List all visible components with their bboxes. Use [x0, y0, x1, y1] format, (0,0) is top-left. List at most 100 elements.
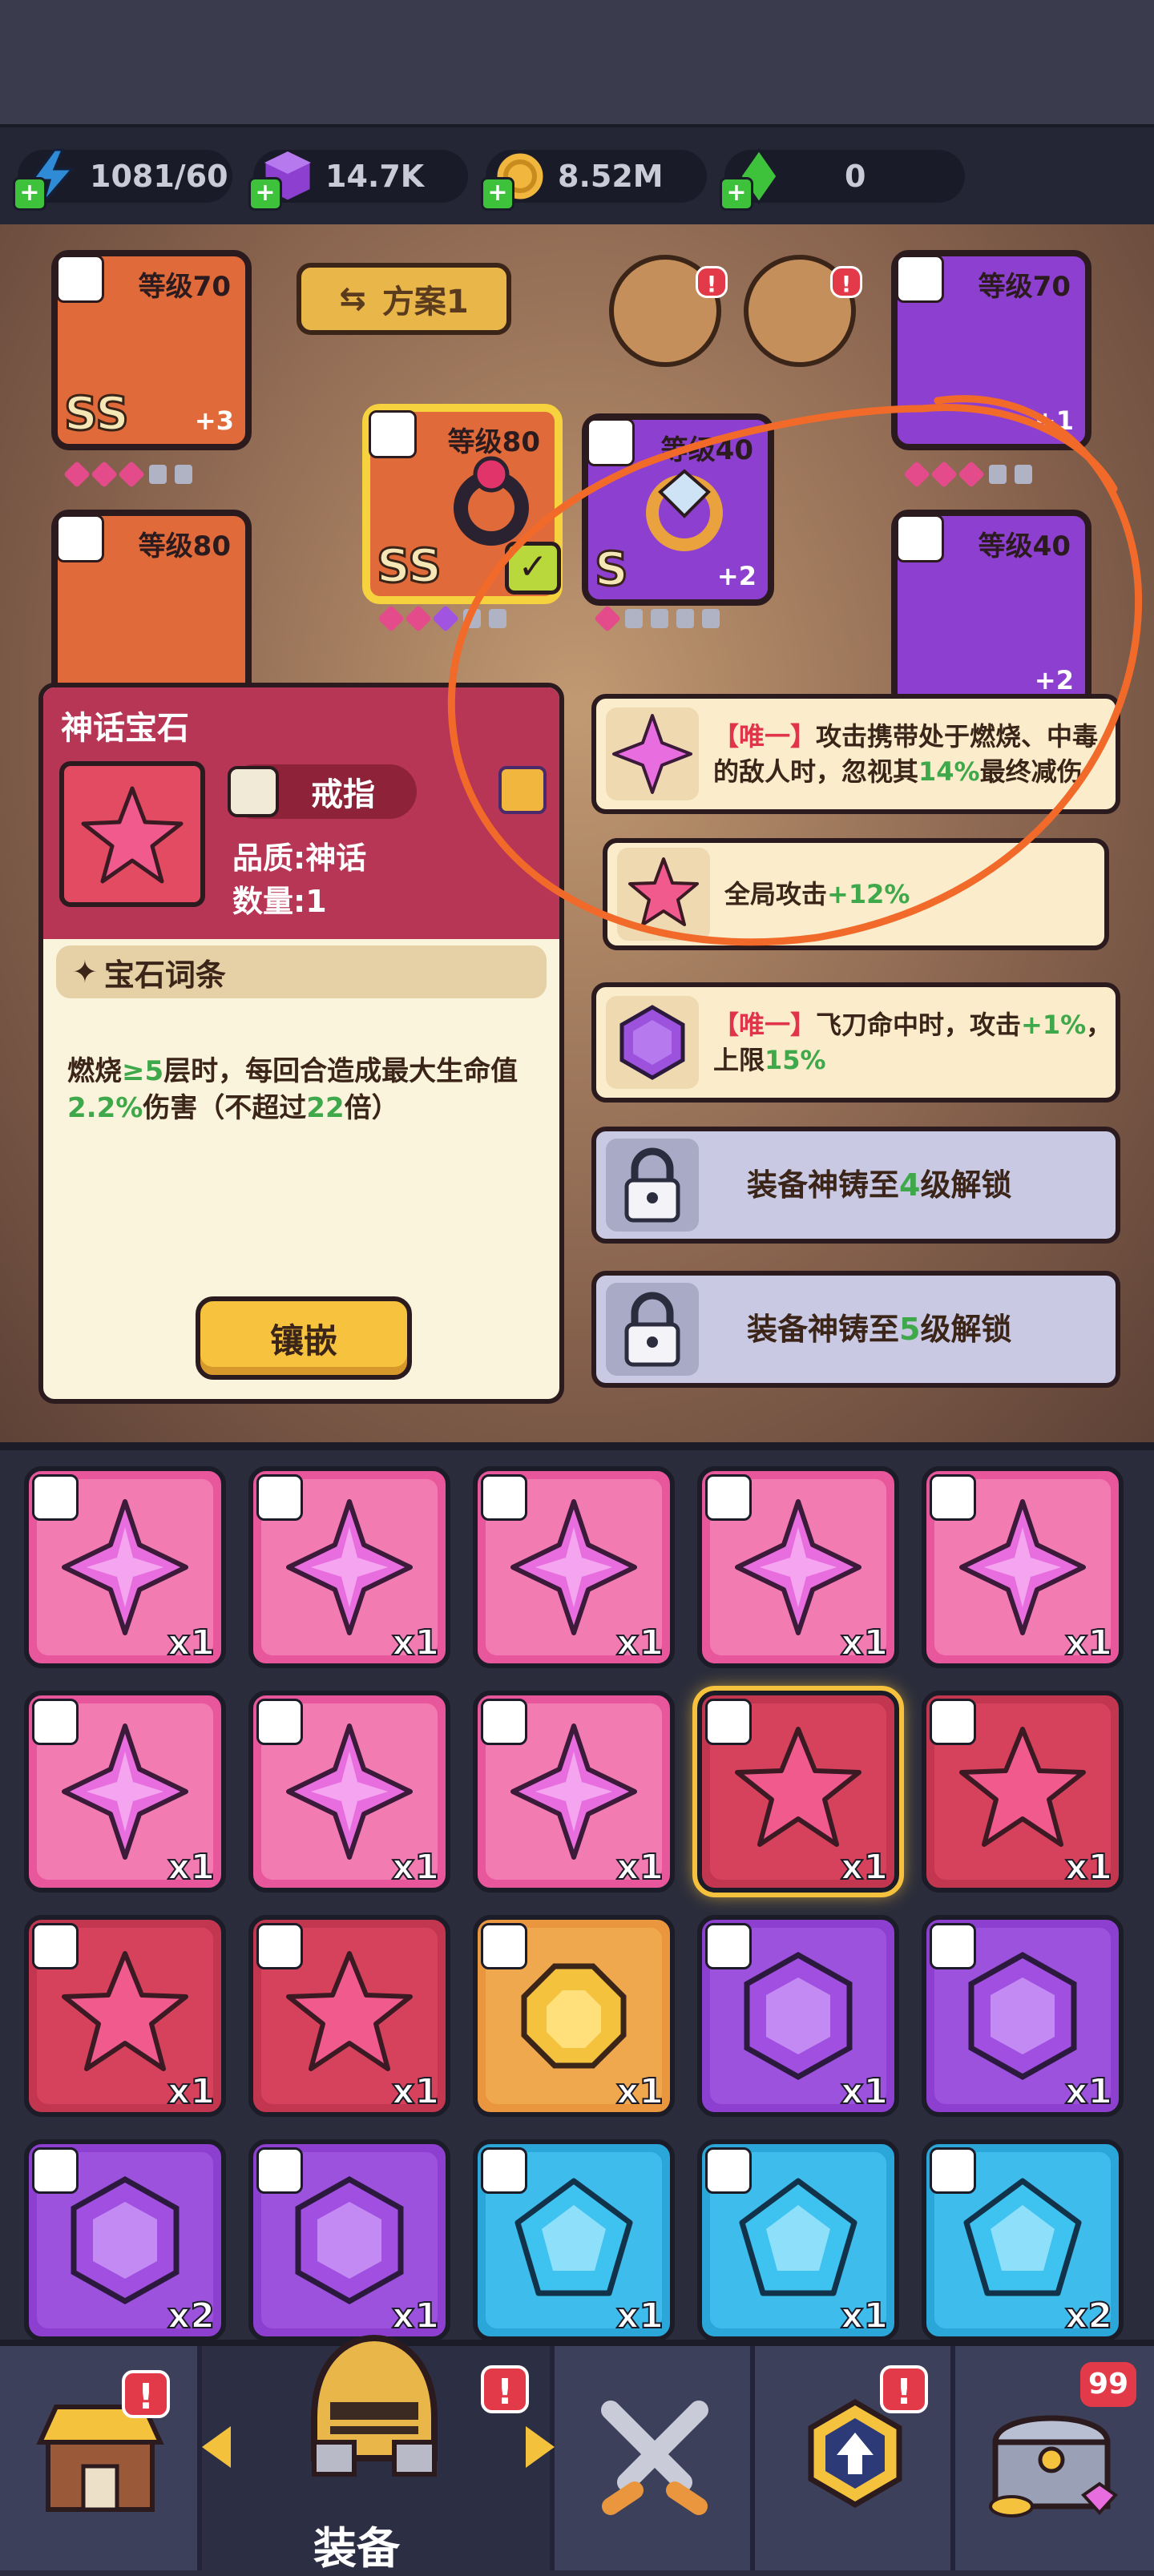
crystal-add-icon[interactable]: +	[720, 177, 753, 211]
unlock-text: 级解锁	[920, 1312, 1012, 1347]
inventory-gem-item[interactable]: x1	[473, 1466, 675, 1668]
inventory-gem-item[interactable]: x1	[697, 1915, 899, 2117]
gem-counter[interactable]: + 14.7K	[248, 150, 468, 211]
unlock-level: 5	[899, 1312, 921, 1347]
inventory-gem-item[interactable]: x1	[248, 1466, 450, 1668]
gem-value: 14.7K	[325, 159, 425, 194]
inventory-gem-item[interactable]: x1	[248, 1915, 450, 2117]
crystal-value: 0	[845, 159, 866, 194]
item-count: x1	[840, 2070, 889, 2112]
item-count: x2	[1064, 2295, 1113, 2336]
plan-button-label: 方案1	[381, 284, 469, 320]
equip-slot-ring-left[interactable]: 等级80	[51, 510, 252, 710]
desc-text: 层时，每回合造成最大生命值	[163, 1055, 518, 1087]
equipment-alert-badge: !	[481, 2365, 529, 2413]
item-count: x1	[615, 2295, 664, 2336]
nav-equipment[interactable]: ! 装备	[202, 2334, 555, 2574]
nav-equipment-label: 装备	[313, 2523, 400, 2574]
equip-type-tag-icon	[256, 1474, 303, 1521]
equip-type-tag-icon	[32, 1923, 79, 1969]
inventory-gem-item[interactable]: x1	[24, 1915, 226, 2117]
crystal-counter[interactable]: + 0	[720, 147, 965, 211]
inventory-gem-item[interactable]: x1	[24, 1691, 226, 1893]
desc-highlight: ≥5	[122, 1055, 164, 1087]
equip-type-tag-icon	[930, 1923, 976, 1969]
equip-grade: SS	[63, 385, 131, 442]
slot-type-label: 戒指	[311, 776, 375, 813]
unlock-level: 4	[899, 1167, 921, 1203]
equip-slot-weapon[interactable]: 等级70 SS +3	[51, 250, 252, 450]
coin-add-icon[interactable]: +	[481, 177, 514, 211]
equip-type-tag-icon	[481, 1699, 527, 1745]
coin-value: 8.52M	[558, 159, 664, 194]
equip-type-tag-icon	[930, 1474, 976, 1521]
inventory-gem-item[interactable]: x1	[24, 1466, 226, 1668]
item-count: x1	[615, 1622, 664, 1663]
nav-upgrade[interactable]: !	[755, 2346, 955, 2570]
inventory-gem-item[interactable]: x1	[473, 1915, 675, 2117]
item-count: x1	[167, 1846, 216, 1888]
energy-counter[interactable]: + 1081/60	[13, 148, 232, 211]
equip-type-tag-icon	[705, 1923, 752, 1969]
knight-helmet-icon	[311, 2334, 438, 2477]
gem-quantity: 数量:1	[232, 884, 327, 919]
equip-type-tag-icon	[930, 1699, 976, 1745]
affix-highlight: 15%	[765, 1045, 826, 1075]
inventory-gem-item[interactable]: x2	[24, 2139, 226, 2340]
gem-add-icon[interactable]: +	[248, 177, 282, 211]
unlock-text: 级解锁	[920, 1167, 1012, 1203]
gem-slot-3[interactable]: 【唯一】飞刀命中时，攻击+1%，上限15%	[591, 982, 1120, 1103]
gem-slot-text: 装备神铸至4级解锁	[747, 1167, 1011, 1203]
purple-hexagon-gem-icon	[606, 996, 699, 1089]
bottom-nav: ! ! 装备 ! 99	[0, 2334, 1154, 2574]
inventory-gem-item[interactable]: x1	[922, 1466, 1124, 1668]
nav-chest[interactable]: 99	[955, 2346, 1154, 2570]
sword-tag-icon	[56, 255, 104, 303]
equip-grade: SS	[376, 538, 443, 595]
nav-shop[interactable]: !	[0, 2346, 202, 2570]
inventory-gem-item[interactable]: x1	[473, 2139, 675, 2340]
shop-alert-badge: !	[122, 2370, 170, 2418]
item-count: x1	[167, 1622, 216, 1663]
affix-text: 飞刀命中时，攻击	[816, 1010, 1022, 1040]
item-count: x1	[840, 1846, 889, 1888]
equip-type-tag-icon	[705, 1474, 752, 1521]
energy-add-icon[interactable]: +	[13, 177, 46, 211]
gem-slot-locked-5[interactable]: 装备神铸至5级解锁	[591, 1271, 1120, 1388]
equip-type-tag-icon	[256, 2147, 303, 2194]
gem-affix-description: 燃烧≥5层时，每回合造成最大生命值 2.2%伤害（不超过22倍）	[67, 1053, 548, 1127]
inventory-gem-item[interactable]: x1	[697, 1466, 899, 1668]
nav-left-arrow-icon[interactable]	[202, 2426, 231, 2468]
crossed-swords-icon	[601, 2401, 708, 2515]
equip-type-tag-icon	[705, 2147, 752, 2194]
coin-counter[interactable]: + 8.52M	[481, 150, 707, 211]
equip-type-tag-icon	[256, 1699, 303, 1745]
inventory-gem-item[interactable]: x1	[692, 1686, 904, 1897]
padlock-icon	[606, 1283, 699, 1376]
item-count: x1	[391, 1622, 440, 1663]
equip-type-tag-icon	[481, 1923, 527, 1969]
desc-text: 倍）	[344, 1092, 399, 1124]
inventory-gem-item[interactable]: x1	[697, 2139, 899, 2340]
resource-bar: + 1081/60 + 14.7K + 8.52M + 0	[0, 124, 1154, 228]
gem-slot-text: 装备神铸至5级解锁	[747, 1312, 1011, 1347]
unlock-text: 装备神铸至	[747, 1167, 900, 1203]
plan-button[interactable]: ⇆ 方案1	[297, 263, 511, 335]
treasure-chest-icon	[989, 2415, 1119, 2518]
embed-button[interactable]: 镶嵌	[196, 1296, 412, 1380]
item-count: x1	[840, 2295, 889, 2336]
inventory-gem-item[interactable]: x1	[922, 1691, 1124, 1893]
inventory-gem-item[interactable]: x1	[248, 2139, 450, 2340]
status-bar-area	[0, 0, 1154, 124]
inventory-gem-item[interactable]: x1	[922, 1915, 1124, 2117]
gem-slot-text: 【唯一】飞刀命中时，攻击+1%，上限15%	[713, 1007, 1116, 1078]
inventory-gem-item[interactable]: x2	[922, 2139, 1124, 2340]
inventory-gem-item[interactable]: x1	[473, 1691, 675, 1893]
nav-battle[interactable]	[555, 2346, 755, 2570]
nav-right-arrow-icon[interactable]	[526, 2426, 555, 2468]
inventory-gem-item[interactable]: x1	[248, 1691, 450, 1893]
equip-gem-dots	[63, 461, 192, 488]
affix-highlight: +1%	[1021, 1010, 1087, 1040]
armor-tag-icon	[896, 255, 944, 303]
gem-slot-locked-4[interactable]: 装备神铸至4级解锁	[591, 1127, 1120, 1244]
